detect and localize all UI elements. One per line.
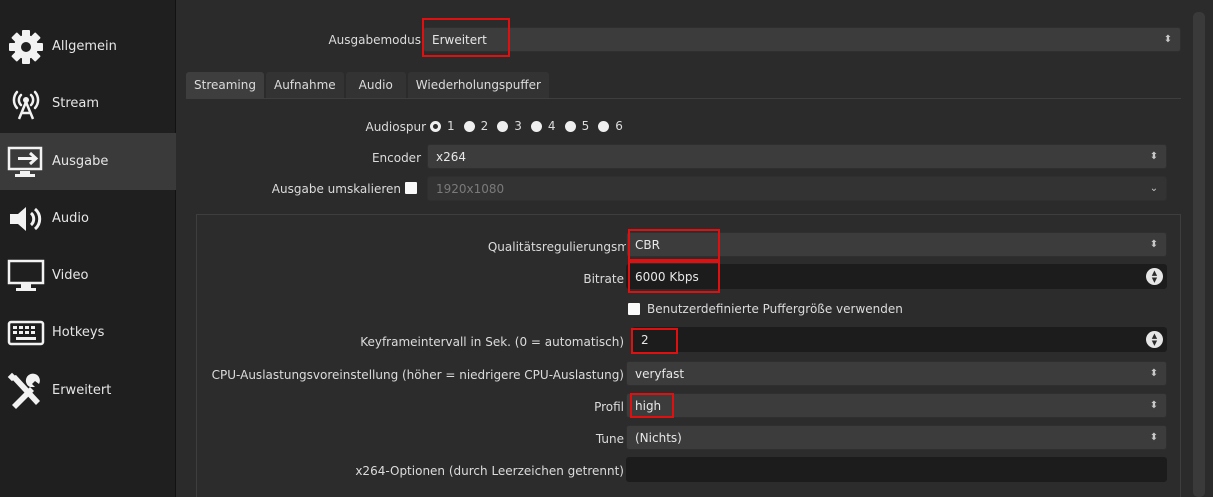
encoder-value: x264 bbox=[436, 149, 467, 164]
output-mode-select[interactable]: Erweitert ⬍ bbox=[423, 27, 1181, 52]
keyframe-label: Keyframeintervall in Sek. (0 = automatis… bbox=[360, 335, 624, 349]
sidebar-item-label: Ausgabe bbox=[52, 154, 109, 169]
tab-streaming[interactable]: Streaming bbox=[186, 72, 264, 98]
tab-bar: Streaming Aufnahme Audio Wiederholungspu… bbox=[186, 72, 551, 98]
audio-track-radio-3[interactable]: 3 bbox=[497, 119, 522, 133]
updown-icon: ⬍ bbox=[1149, 239, 1159, 250]
tune-value: (Nichts) bbox=[635, 430, 682, 445]
encoder-label: Encoder bbox=[371, 151, 421, 165]
custom-buffer-label: Benutzerdefinierte Puffergröße verwenden bbox=[647, 302, 903, 316]
gear-icon bbox=[0, 18, 52, 75]
output-mode-label: Ausgabemodus bbox=[328, 33, 421, 47]
sidebar-item-stream[interactable]: Stream bbox=[0, 75, 176, 132]
highlight-box bbox=[628, 229, 720, 261]
highlight-box bbox=[422, 18, 510, 57]
profile-select[interactable]: high ⬍ bbox=[626, 393, 1167, 418]
tune-select[interactable]: (Nichts) ⬍ bbox=[626, 425, 1167, 450]
tab-wiederholungspuffer[interactable]: Wiederholungspuffer bbox=[407, 72, 549, 98]
updown-icon: ⬍ bbox=[1149, 151, 1159, 162]
sidebar-item-ausgabe[interactable]: Ausgabe bbox=[0, 133, 176, 190]
sidebar-item-label: Erweitert bbox=[52, 383, 112, 398]
updown-icon: ⬍ bbox=[1149, 432, 1159, 443]
tools-icon bbox=[0, 362, 52, 419]
audio-track-radio-1[interactable]: 1 bbox=[430, 119, 455, 133]
sidebar-item-label: Allgemein bbox=[52, 39, 117, 54]
encoder-select[interactable]: x264 ⬍ bbox=[427, 144, 1167, 169]
sidebar-item-label: Audio bbox=[52, 211, 89, 226]
sidebar: Allgemein Stream Ausgabe Audio Video Hot… bbox=[0, 0, 176, 497]
sidebar-item-erweitert[interactable]: Erweitert bbox=[0, 362, 176, 419]
rescale-label: Ausgabe umskalieren bbox=[271, 182, 401, 196]
tab-divider bbox=[186, 98, 1181, 99]
monitor-icon bbox=[0, 247, 52, 304]
sidebar-item-label: Video bbox=[52, 268, 89, 283]
audio-track-radio-2[interactable]: 2 bbox=[463, 119, 488, 133]
highlight-box bbox=[630, 393, 674, 418]
output-icon bbox=[0, 133, 52, 190]
sidebar-item-hotkeys[interactable]: Hotkeys bbox=[0, 304, 176, 361]
sidebar-item-audio[interactable]: Audio bbox=[0, 190, 176, 247]
sidebar-item-label: Hotkeys bbox=[52, 325, 105, 340]
highlight-box bbox=[628, 261, 720, 293]
tab-aufnahme[interactable]: Aufnahme bbox=[265, 72, 344, 98]
sidebar-item-video[interactable]: Video bbox=[0, 247, 176, 304]
keyframe-input[interactable]: 2 ▲ ▼ bbox=[632, 327, 1167, 352]
audio-track-label: Audiospur bbox=[365, 120, 426, 134]
tune-label: Tune bbox=[595, 432, 624, 446]
rescale-select[interactable]: 1920x1080 ⌄ bbox=[427, 176, 1167, 201]
chevron-down-icon: ⌄ bbox=[1149, 183, 1159, 194]
highlight-box bbox=[631, 328, 678, 354]
vertical-scrollbar[interactable] bbox=[1193, 12, 1205, 497]
profile-label: Profil bbox=[594, 400, 624, 414]
rescale-value: 1920x1080 bbox=[436, 181, 505, 196]
rescale-checkbox[interactable] bbox=[405, 182, 417, 194]
audio-track-radio-5[interactable]: 5 bbox=[564, 119, 589, 133]
spinner-icon[interactable]: ▲ ▼ bbox=[1146, 268, 1163, 285]
audio-track-radio-6[interactable]: 6 bbox=[598, 119, 623, 133]
settings-window: Allgemein Stream Ausgabe Audio Video Hot… bbox=[0, 0, 1213, 497]
speaker-icon bbox=[0, 190, 52, 247]
audio-track-radio-4[interactable]: 4 bbox=[530, 119, 556, 133]
sidebar-item-label: Stream bbox=[52, 96, 100, 111]
tab-audio[interactable]: Audio bbox=[345, 72, 406, 98]
audio-track-radios: 1 2 3 4 5 6 bbox=[430, 119, 632, 133]
cpu-preset-label: CPU-Auslastungsvoreinstellung (höher = n… bbox=[211, 368, 624, 382]
bitrate-label: Bitrate bbox=[583, 272, 624, 286]
updown-icon: ⬍ bbox=[1163, 34, 1173, 45]
custom-buffer-checkbox[interactable] bbox=[628, 303, 640, 315]
cpu-preset-select[interactable]: veryfast ⬍ bbox=[626, 361, 1167, 386]
updown-icon: ⬍ bbox=[1149, 400, 1159, 411]
output-settings-panel: Ausgabemodus Erweitert ⬍ Streaming Aufna… bbox=[180, 0, 1185, 497]
sidebar-item-allgemein[interactable]: Allgemein bbox=[0, 18, 176, 75]
cpu-preset-value: veryfast bbox=[635, 366, 685, 381]
keyboard-icon bbox=[0, 304, 52, 361]
spinner-icon[interactable]: ▲ ▼ bbox=[1146, 331, 1163, 348]
x264-options-input[interactable] bbox=[626, 457, 1167, 482]
updown-icon: ⬍ bbox=[1149, 368, 1159, 379]
broadcast-icon bbox=[0, 75, 52, 132]
x264-options-label: x264-Optionen (durch Leerzeichen getrenn… bbox=[355, 464, 624, 478]
